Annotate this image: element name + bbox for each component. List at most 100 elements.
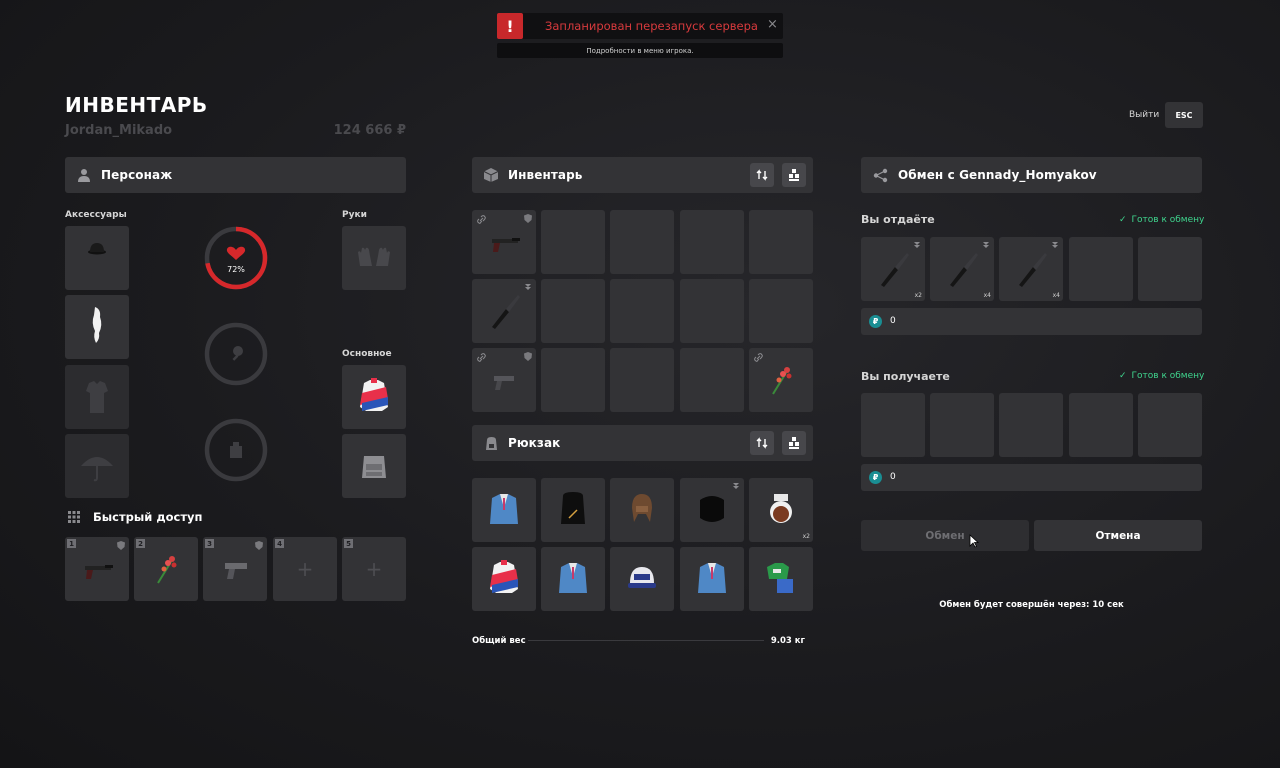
inventory-slot[interactable] (472, 348, 536, 412)
balance: 124 666 ₽ (333, 123, 406, 138)
inventory-slot[interactable] (680, 279, 744, 343)
shield-icon (117, 541, 125, 550)
sort-icon (756, 169, 768, 181)
backpack-slot[interactable] (610, 547, 674, 611)
receive-slot[interactable] (999, 393, 1063, 457)
give-label: Вы отдаёте (861, 213, 935, 226)
trade-button[interactable]: Обмен (861, 520, 1029, 551)
page-title: ИНВЕНТАРЬ (65, 93, 208, 117)
cancel-button-label: Отмена (1095, 529, 1141, 542)
backpack-slot[interactable] (680, 547, 744, 611)
shirt-icon (86, 381, 108, 413)
plus-icon: + (365, 557, 383, 581)
backpack-slot[interactable] (472, 478, 536, 542)
hands-slot[interactable] (342, 226, 406, 290)
inventory-slot[interactable] (541, 279, 605, 343)
shirt-slot[interactable] (65, 365, 129, 429)
stack-button[interactable] (782, 431, 806, 455)
receive-slot[interactable] (861, 393, 925, 457)
thirst-ring (204, 418, 268, 482)
give-slot[interactable]: x2 (861, 237, 925, 301)
notification-title: Запланирован перезапуск сервера (545, 19, 758, 33)
stack-button[interactable] (782, 163, 806, 187)
quick-slot-5[interactable]: 5 + (342, 537, 406, 601)
inventory-slot[interactable] (680, 210, 744, 274)
receive-label: Вы получаете (861, 370, 950, 383)
scarf-icon (92, 307, 102, 343)
inventory-slot[interactable] (610, 210, 674, 274)
inventory-slot[interactable] (680, 348, 744, 412)
quick-slot-4[interactable]: 4 + (273, 537, 337, 601)
ushanka-icon (632, 494, 652, 522)
receive-slot[interactable] (1138, 393, 1202, 457)
give-money-field[interactable]: ₽ 0 (861, 308, 1202, 335)
inventory-slot[interactable] (541, 210, 605, 274)
jacket-icon (490, 560, 518, 593)
esc-label: ESC (1175, 110, 1193, 120)
give-slot[interactable] (1069, 237, 1133, 301)
box-icon (483, 168, 499, 182)
backpack-slot[interactable] (680, 478, 744, 542)
cancel-button[interactable]: Отмена (1034, 520, 1202, 551)
scarf-slot[interactable] (65, 295, 129, 359)
backpack-slot[interactable] (472, 547, 536, 611)
slot-number: 2 (136, 539, 145, 548)
armor-slot[interactable] (342, 434, 406, 498)
main-label: Основное (342, 349, 392, 359)
backpack-slot[interactable] (541, 478, 605, 542)
quick-slot-2[interactable]: 2 (134, 537, 198, 601)
inventory-slot[interactable] (610, 279, 674, 343)
gloves-icon (358, 247, 390, 266)
receive-money-value: 0 (890, 472, 896, 482)
ruble-icon: ₽ (869, 471, 882, 484)
exit-label[interactable]: Выйти (1129, 110, 1159, 120)
give-slot[interactable]: x4 (930, 237, 994, 301)
inventory-slot[interactable] (610, 348, 674, 412)
shield-icon (524, 352, 532, 361)
sort-button[interactable] (750, 431, 774, 455)
backpack-icon (486, 436, 497, 450)
inventory-title: Инвентарь (508, 168, 583, 182)
check-icon: ✓ (1119, 215, 1127, 225)
receive-slot[interactable] (1069, 393, 1133, 457)
weight-label: Общий вес (472, 636, 526, 646)
stack-icon (789, 169, 799, 181)
backpack-slot[interactable]: x2 (749, 478, 813, 542)
backpack-slot[interactable] (541, 547, 605, 611)
inventory-slot[interactable] (749, 348, 813, 412)
hat-slot[interactable] (65, 226, 129, 290)
close-icon[interactable]: × (767, 17, 778, 32)
jacket-slot[interactable] (342, 365, 406, 429)
link-icon (477, 353, 486, 362)
notification-subtitle: Подробности в меню игрока. (586, 46, 694, 55)
trade-timer: Обмен будет совершён через: 10 сек (939, 600, 1124, 610)
receive-slot[interactable] (930, 393, 994, 457)
bag-icon (561, 492, 585, 524)
sort-button[interactable] (750, 163, 774, 187)
grid-icon (68, 511, 80, 523)
give-slot[interactable] (1138, 237, 1202, 301)
exclamation-icon: ! (497, 13, 523, 39)
give-slot[interactable]: x4 (999, 237, 1063, 301)
food-icon (232, 346, 243, 361)
building-icon (230, 442, 242, 458)
esc-button[interactable]: ESC (1165, 102, 1203, 128)
inventory-slot[interactable] (541, 348, 605, 412)
cursor-icon (969, 534, 979, 548)
umbrella-slot[interactable] (65, 434, 129, 498)
backpack-slot[interactable] (749, 547, 813, 611)
slot-number: 3 (205, 539, 214, 548)
backpack-slot[interactable] (610, 478, 674, 542)
inventory-slot[interactable] (749, 210, 813, 274)
item-count: x2 (914, 292, 922, 299)
inventory-slot[interactable] (472, 279, 536, 343)
accessories-label: Аксессуары (65, 210, 127, 220)
weight-icon (733, 483, 739, 489)
heart-icon (226, 246, 246, 260)
quick-slot-3[interactable]: 3 (203, 537, 267, 601)
inventory-slot[interactable] (749, 279, 813, 343)
inventory-slot[interactable] (472, 210, 536, 274)
health-ring (204, 226, 268, 290)
shield-icon (255, 541, 263, 550)
quick-slot-1[interactable]: 1 (65, 537, 129, 601)
